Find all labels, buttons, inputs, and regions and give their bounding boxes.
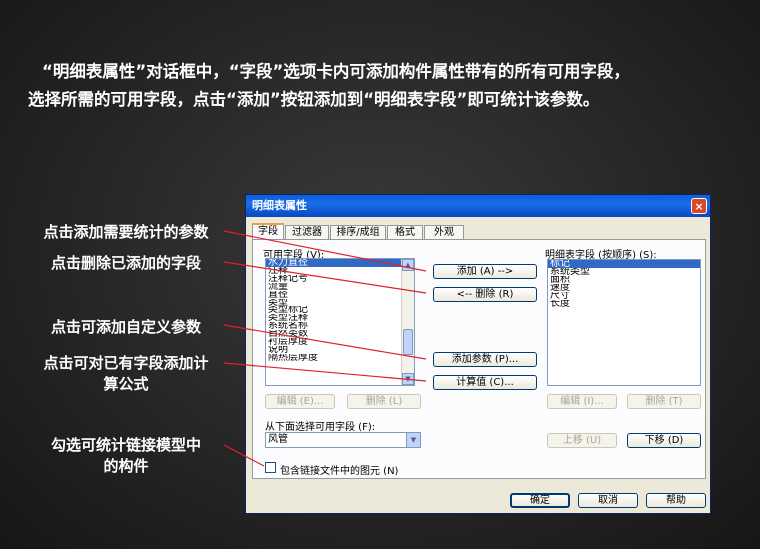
select-from-label: 从下面选择可用字段 (F): <box>265 422 376 433</box>
tab-fields[interactable]: 字段 <box>252 223 284 240</box>
list-item[interactable]: 长度 <box>548 300 700 308</box>
list-item[interactable]: 直径 <box>266 291 414 299</box>
dialog-titlebar: 明细表属性 × <box>246 195 710 217</box>
scroll-down-icon[interactable]: ▼ <box>402 373 414 385</box>
calculated-value-button[interactable]: 计算值 (C)... <box>433 375 537 390</box>
move-down-button[interactable]: 下移 (D) <box>627 433 701 448</box>
list-item[interactable]: 说明 <box>266 346 414 354</box>
list-item[interactable]: 隔热层厚度 <box>266 354 414 362</box>
intro-line-2: 选择所需的可用字段，点击“添加”按钮添加到“明细表字段”即可统计该参数。 <box>28 90 600 109</box>
callout-add: 点击添加需要统计的参数 <box>43 223 209 241</box>
list-item[interactable]: 尺寸 <box>548 292 700 300</box>
list-item[interactable]: 面积 <box>548 276 700 284</box>
include-linked-checkbox[interactable] <box>265 462 276 473</box>
list-item[interactable]: 注释 <box>266 267 414 275</box>
dialog-title: 明细表属性 <box>252 199 307 212</box>
intro-text: “明细表属性”对话框中，“字段”选项卡内可添加构件属性带有的所有可用字段， 选择… <box>28 58 743 114</box>
callout-remove: 点击删除已添加的字段 <box>50 254 201 272</box>
schedule-properties-dialog: 明细表属性 × 字段 过滤器 排序/成组 格式 外观 可用字段 (V): 水力直… <box>245 194 711 514</box>
close-button[interactable]: × <box>691 198 707 214</box>
callout-formula: 点击可对已有字段添加计 算公式 <box>43 354 209 393</box>
move-up-button[interactable]: 上移 (U) <box>547 433 617 448</box>
list-item[interactable]: 类型注释 <box>266 314 414 322</box>
tab-formatting[interactable]: 格式 <box>387 225 423 239</box>
tab-filter[interactable]: 过滤器 <box>285 225 329 239</box>
list-item[interactable]: 类型标记 <box>266 306 414 314</box>
scheduled-fields-list[interactable]: 标记 系统类型 面积 速度 尺寸 长度 <box>547 259 701 386</box>
list-item[interactable]: 系统类型 <box>548 268 700 276</box>
tab-sorting-grouping[interactable]: 排序/成组 <box>330 225 386 239</box>
edit-scheduled-button[interactable]: 编辑 (I)... <box>547 394 617 409</box>
intro-line-1: “明细表属性”对话框中，“字段”选项卡内可添加构件属性带有的所有可用字段， <box>42 62 630 81</box>
list-item[interactable]: 注释记号 <box>266 275 414 283</box>
chevron-down-icon[interactable]: ▼ <box>406 433 420 447</box>
remove-field-button[interactable]: <-- 删除 (R) <box>433 287 537 302</box>
edit-parameter-button[interactable]: 编辑 (E)... <box>265 394 335 409</box>
delete-scheduled-button[interactable]: 删除 (T) <box>627 394 701 409</box>
list-item[interactable]: 衬层厚度 <box>266 338 414 346</box>
available-list-scrollbar[interactable]: ▲ ▼ <box>401 259 414 385</box>
available-fields-list[interactable]: 水力直径 注释 注释记号 流量 直径 类型 类型标记 类型注释 系统名称 自然类… <box>265 258 415 386</box>
list-item[interactable]: 流量 <box>266 283 414 291</box>
delete-parameter-button[interactable]: 删除 (L) <box>347 394 421 409</box>
include-linked-label: 包含链接文件中的图元 (N) <box>280 466 399 477</box>
fields-panel: 可用字段 (V): 水力直径 注释 注释记号 流量 直径 类型 类型标记 类型注… <box>252 239 706 479</box>
cancel-button[interactable]: 取消 <box>578 493 638 508</box>
list-item[interactable]: 自然类数 <box>266 330 414 338</box>
select-from-value: 风管 <box>268 434 288 445</box>
tab-appearance[interactable]: 外观 <box>424 225 464 239</box>
select-from-dropdown[interactable]: 风管 ▼ <box>265 432 421 448</box>
list-item[interactable]: 系统名称 <box>266 322 414 330</box>
help-button[interactable]: 帮助 <box>646 493 706 508</box>
add-field-button[interactable]: 添加 (A) --> <box>433 264 537 279</box>
callout-linked: 勾选可统计链接模型中 的构件 <box>50 436 201 475</box>
scroll-up-icon[interactable]: ▲ <box>402 259 414 271</box>
list-item[interactable]: 速度 <box>548 284 700 292</box>
list-item[interactable]: 标记 <box>548 260 700 268</box>
add-parameter-button[interactable]: 添加参数 (P)... <box>433 352 537 367</box>
list-item[interactable]: 水力直径 <box>266 259 414 267</box>
list-item[interactable]: 类型 <box>266 299 414 307</box>
scroll-thumb[interactable] <box>403 329 413 355</box>
callout-custom: 点击可添加自定义参数 <box>50 318 201 336</box>
ok-button[interactable]: 确定 <box>510 493 570 508</box>
